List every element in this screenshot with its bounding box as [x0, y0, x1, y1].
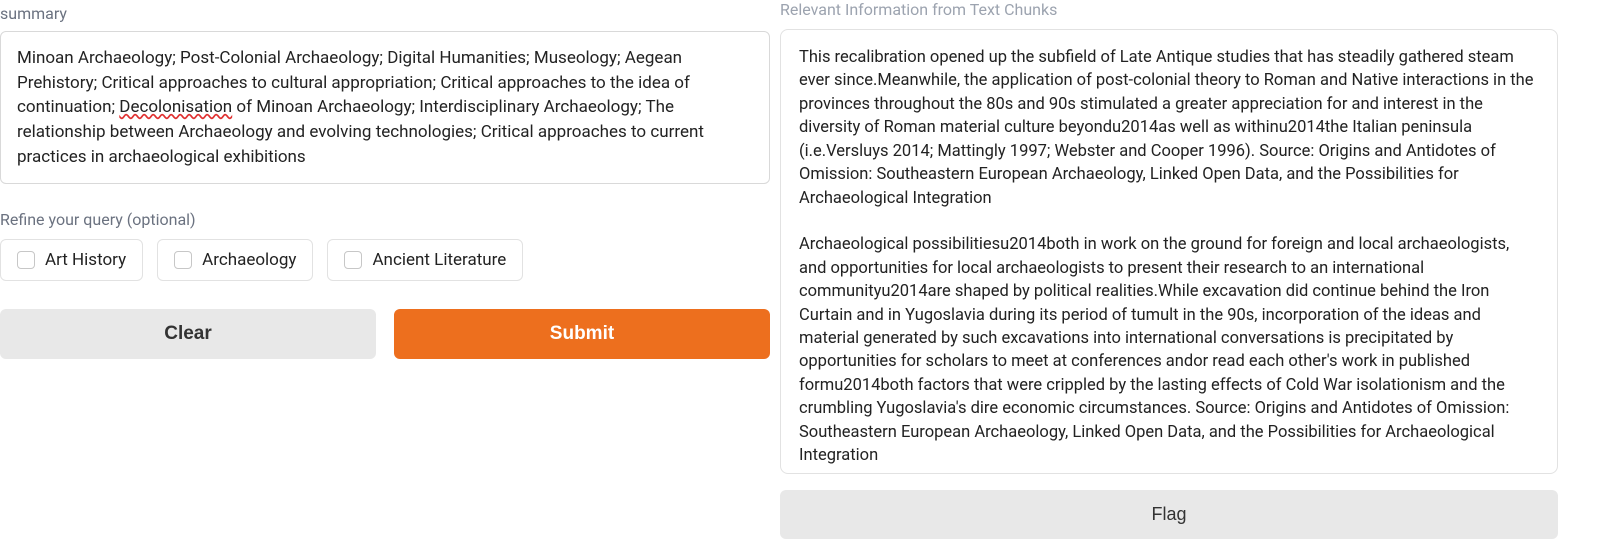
refine-label: Refine your query (optional) — [0, 210, 770, 229]
checkbox-input-ancient-literature[interactable] — [344, 251, 362, 269]
text-chunks-output: This recalibration opened up the subfiel… — [780, 29, 1558, 474]
checkbox-input-archaeology[interactable] — [174, 251, 192, 269]
checkbox-archaeology[interactable]: Archaeology — [157, 239, 313, 281]
checkbox-art-history[interactable]: Art History — [0, 239, 143, 281]
relevant-info-label: Relevant Information from Text Chunks — [780, 0, 1558, 19]
summary-label: summary — [0, 4, 770, 23]
checkbox-label: Archaeology — [202, 250, 296, 270]
checkbox-input-art-history[interactable] — [17, 251, 35, 269]
checkbox-label: Art History — [45, 250, 126, 270]
checkbox-ancient-literature[interactable]: Ancient Literature — [327, 239, 523, 281]
summary-spell-word: Decolonisation — [119, 97, 232, 117]
submit-button[interactable]: Submit — [394, 309, 770, 359]
summary-input[interactable]: Minoan Archaeology; Post-Colonial Archae… — [0, 31, 770, 184]
checkbox-label: Ancient Literature — [372, 250, 506, 270]
flag-button[interactable]: Flag — [780, 490, 1558, 539]
clear-button[interactable]: Clear — [0, 309, 376, 359]
action-button-row: Clear Submit — [0, 309, 770, 359]
refine-checkbox-row: Art History Archaeology Ancient Literatu… — [0, 239, 770, 281]
